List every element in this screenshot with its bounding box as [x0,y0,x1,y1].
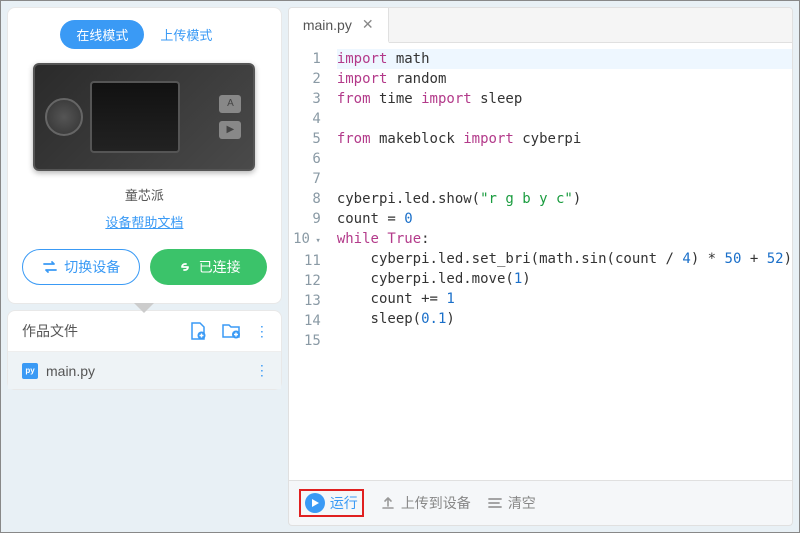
switch-device-label: 切换设备 [64,257,120,277]
device-card: 在线模式 上传模式 A▶ 童芯派 设备帮助文档 切换设备 已连接 [7,7,282,304]
python-file-icon: py [22,363,38,379]
new-folder-icon[interactable] [221,322,241,340]
files-title: 作品文件 [22,321,189,341]
mode-tab-upload[interactable]: 上传模式 [144,20,228,49]
more-icon[interactable]: ⋮ [255,323,267,340]
link-icon [177,260,193,274]
device-name: 童芯派 [125,185,164,204]
editor: main.py ✕ 12345678910 ▾1112131415 import… [288,7,793,481]
code-area[interactable]: 12345678910 ▾1112131415 import mathimpor… [289,43,792,480]
file-row[interactable]: py main.py ⋮ [8,352,281,389]
clear-icon [487,496,503,510]
tab-main-py[interactable]: main.py ✕ [289,8,389,43]
upload-label: 上传到设备 [401,493,471,513]
close-icon[interactable]: ✕ [362,16,374,33]
swap-icon [42,260,58,274]
mode-tabs: 在线模式 上传模式 [60,20,228,49]
file-more-icon[interactable]: ⋮ [255,362,267,379]
device-image: A▶ [33,63,255,171]
tab-label: main.py [303,17,352,33]
upload-button[interactable]: 上传到设备 [380,493,471,513]
new-file-icon[interactable] [189,321,207,341]
mode-tab-online[interactable]: 在线模式 [60,20,144,49]
run-label: 运行 [330,493,358,513]
connected-label: 已连接 [199,257,241,277]
device-help-link[interactable]: 设备帮助文档 [105,212,183,231]
file-name: main.py [46,363,247,379]
clear-button[interactable]: 清空 [487,493,536,513]
connected-button[interactable]: 已连接 [150,249,266,285]
switch-device-button[interactable]: 切换设备 [22,249,140,285]
tab-bar: main.py ✕ [289,8,792,43]
run-button[interactable]: 运行 [305,493,358,513]
clear-label: 清空 [508,493,536,513]
upload-icon [380,495,396,511]
play-icon [305,493,325,513]
files-card: 作品文件 ⋮ py main.py ⋮ [7,310,282,390]
bottom-bar: 运行 上传到设备 清空 [288,481,793,526]
run-button-highlight: 运行 [299,489,364,517]
arrow-down-icon [134,303,154,313]
